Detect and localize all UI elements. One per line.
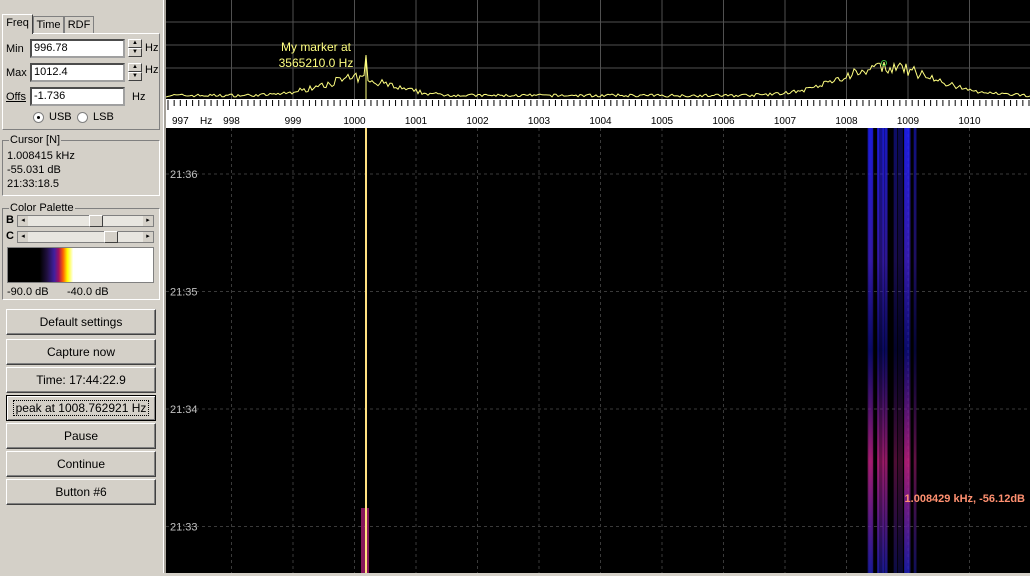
cursor-frequency: 1.008415 kHz <box>7 150 75 162</box>
spin-up-icon[interactable]: ▲ <box>128 63 142 72</box>
tick-label: 999 <box>285 116 302 127</box>
continue-button[interactable]: Continue <box>6 451 156 477</box>
waterfall-readout: 1.008429 kHz, -56.12dB <box>905 493 1026 505</box>
signal-streak <box>893 128 898 573</box>
contrast-label: C <box>6 230 14 242</box>
contrast-slider[interactable]: ◂ ▸ <box>17 231 154 243</box>
min-unit-label: Hz <box>145 42 159 54</box>
tick-label: 1002 <box>466 116 489 127</box>
marker-label-line1: My marker at <box>281 40 352 54</box>
waterfall-display[interactable]: 21:36 21:35 21:34 21:33 1.008429 kHz, -56.1… <box>166 128 1030 573</box>
tick-label: 1000 <box>343 116 366 127</box>
arrow-left-icon[interactable]: ◂ <box>18 232 28 242</box>
signal-streak <box>867 128 872 573</box>
time-labels: 21:36 21:35 21:34 21:33 <box>170 169 198 534</box>
tick-label: 1007 <box>774 116 797 127</box>
max-label: Max <box>6 67 27 79</box>
arrow-right-icon[interactable]: ▸ <box>143 216 153 226</box>
cursor-group: Cursor [N] 1.008415 kHz -55.031 dB 21:33… <box>2 134 160 196</box>
button-6[interactable]: Button #6 <box>6 479 156 505</box>
tick-label: 1009 <box>897 116 920 127</box>
default-settings-label: Default settings <box>39 315 123 329</box>
tick-label: 1010 <box>958 116 981 127</box>
usb-label: USB <box>49 111 72 123</box>
spin-down-icon[interactable]: ▼ <box>128 48 142 57</box>
time-label: Time: 17:44:22.9 <box>36 373 126 387</box>
tick-label: 1003 <box>528 116 551 127</box>
waterfall-signal <box>361 128 917 573</box>
time-label: 21:34 <box>170 404 198 416</box>
offs-unit-label: Hz <box>132 91 146 103</box>
offset-input[interactable]: -1.736 <box>30 87 125 106</box>
palette-min-label: -90.0 dB <box>7 286 49 298</box>
capture-now-label: Capture now <box>46 345 116 359</box>
tick-label: 1001 <box>405 116 428 127</box>
default-settings-button[interactable]: Default settings <box>6 309 156 335</box>
marker-label-line2: 3565210.0 Hz <box>279 56 354 70</box>
lsb-label: LSB <box>93 111 114 123</box>
tab-rdf[interactable]: RDF <box>64 16 94 33</box>
min-freq-spinner[interactable]: ▲ ▼ <box>128 39 142 58</box>
spin-up-icon[interactable]: ▲ <box>128 39 142 48</box>
arrow-left-icon[interactable]: ◂ <box>18 216 28 226</box>
tab-freq[interactable]: Freq <box>2 14 33 34</box>
arrow-right-icon[interactable]: ▸ <box>143 232 153 242</box>
offs-label: Offs <box>6 91 26 103</box>
control-panel: Freq Time RDF Min 996.78 ▲ ▼ Hz Max 1012.… <box>0 0 163 573</box>
max-freq-spinner[interactable]: ▲ ▼ <box>128 63 142 82</box>
tick-label: 1008 <box>835 116 858 127</box>
continue-label: Continue <box>56 457 106 471</box>
tick-label: 1006 <box>712 116 735 127</box>
peak-label: peak at 1008.762921 Hz <box>12 400 150 416</box>
time-label: 21:36 <box>170 169 198 181</box>
signal-streak <box>913 128 917 573</box>
button-6-label: Button #6 <box>55 485 107 499</box>
tick-label: 1005 <box>651 116 674 127</box>
time-button[interactable]: Time: 17:44:22.9 <box>6 367 156 393</box>
signal-streak <box>897 128 903 573</box>
palette-max-label: -40.0 dB <box>67 286 109 298</box>
slider-thumb[interactable] <box>103 231 118 243</box>
axis-unit-label: Hz <box>200 116 212 127</box>
cursor-time: 21:33:18.5 <box>7 178 59 190</box>
min-label: Min <box>6 43 24 55</box>
cursor-group-title: Cursor [N] <box>9 134 62 146</box>
color-palette-bar[interactable] <box>7 247 154 283</box>
brightness-slider[interactable]: ◂ ▸ <box>17 215 154 227</box>
max-freq-input[interactable]: 1012.4 <box>30 63 125 82</box>
slider-thumb[interactable] <box>88 215 103 227</box>
pause-button[interactable]: Pause <box>6 423 156 449</box>
time-label: 21:35 <box>170 287 198 299</box>
spectrum-display[interactable]: My marker at 3565210.0 Hz 997 998 999 1000 1… <box>165 0 1030 128</box>
pause-label: Pause <box>63 429 99 443</box>
tab-time[interactable]: Time <box>33 16 64 33</box>
palette-group-title: Color Palette <box>9 202 75 214</box>
brightness-label: B <box>6 214 14 226</box>
spectrum-plot[interactable]: My marker at 3565210.0 Hz 997 998 999 1000 1… <box>165 0 1030 128</box>
lsb-radio[interactable] <box>77 112 88 123</box>
waterfall-plot[interactable]: 21:36 21:35 21:34 21:33 1.008429 kHz, -56.1… <box>166 128 1030 573</box>
signal-streak <box>908 128 911 573</box>
tick-label: 1004 <box>589 116 612 127</box>
capture-now-button[interactable]: Capture now <box>6 339 156 365</box>
min-freq-input[interactable]: 996.78 <box>30 39 125 58</box>
usb-radio[interactable] <box>33 112 44 123</box>
max-unit-label: Hz <box>145 64 159 76</box>
tick-label: 997 <box>172 116 189 127</box>
cursor-level: -55.031 dB <box>7 164 61 176</box>
freq-tab-panel: Min 996.78 ▲ ▼ Hz Max 1012.4 ▲ ▼ Hz Offs -… <box>2 33 160 130</box>
time-label: 21:33 <box>170 522 198 534</box>
tick-label: 998 <box>223 116 240 127</box>
color-palette-group: Color Palette B ◂ ▸ C ◂ ▸ -90.0 dB -40.0… <box>2 202 160 300</box>
signal-streak <box>882 128 888 573</box>
spin-down-icon[interactable]: ▼ <box>128 72 142 81</box>
peak-button[interactable]: peak at 1008.762921 Hz <box>6 395 156 421</box>
